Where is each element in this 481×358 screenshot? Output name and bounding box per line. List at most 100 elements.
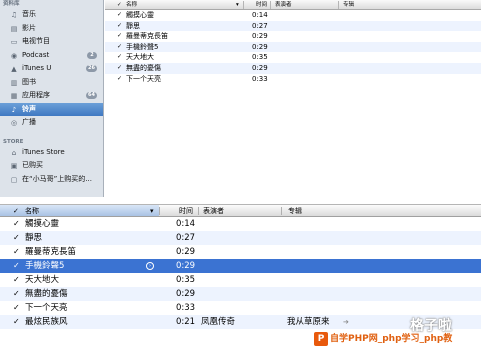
album-column-header[interactable]: 专辑 bbox=[343, 0, 354, 10]
bell-icon: ♪ bbox=[11, 105, 17, 114]
sidebar-item[interactable]: ♪ 铃声 bbox=[0, 102, 103, 116]
store-header: STORE bbox=[3, 138, 24, 145]
app-icon: ▦ bbox=[10, 92, 18, 100]
table-row[interactable]: ✓ 羅曼蒂克長笛 0:29 bbox=[105, 31, 481, 42]
sidebar-item-label: 广播 bbox=[22, 118, 36, 126]
sidebar-item[interactable]: ♫ 音乐 bbox=[0, 8, 103, 22]
library-items: ♫ 音乐 ▤ 影片 ▭ 电视节目 ◉ Podcast 2 ▲ iTunes U 26 ▥ 图书 ▦ 应用程序 6… bbox=[0, 8, 103, 130]
radio-icon: ◎ bbox=[10, 119, 18, 127]
sidebar-item[interactable]: ▤ 影片 bbox=[0, 22, 103, 36]
track-checkbox[interactable]: ✓ bbox=[13, 273, 20, 287]
track-checkbox[interactable]: ✓ bbox=[13, 315, 20, 329]
track-time: 0:14 bbox=[176, 219, 196, 229]
top-window: 资料库 ♫ 音乐 ▤ 影片 ▭ 电视节目 ◉ Podcast 2 ▲ iTunes U 26 ▥ 图书 ▦ 应… bbox=[0, 0, 481, 197]
film-icon: ▤ bbox=[10, 24, 18, 33]
top-track-list: ✓ 名称 ▾ 时间 表演者 专辑 ✓ 觸摸心靈 0:14 ✓ 靜思 0:27 ✓ 羅曼蒂克長笛… bbox=[105, 0, 481, 197]
table-row[interactable]: ✓ 觸摸心靈 0:14 bbox=[105, 10, 481, 21]
album-link-arrow-icon[interactable]: ➔ bbox=[343, 315, 349, 329]
table-row[interactable]: ✓ 無盡的憂傷 0:29 bbox=[0, 287, 481, 301]
track-checkbox[interactable]: ✓ bbox=[117, 21, 122, 32]
artist-column-header[interactable]: 表演者 bbox=[203, 205, 224, 217]
name-column-header[interactable]: 名称 bbox=[25, 205, 39, 217]
sidebar-item[interactable]: ▢ 在“小马哥”上购买的... bbox=[0, 173, 103, 187]
track-checkbox[interactable]: ✓ bbox=[117, 42, 122, 53]
track-name: 羅曼蒂克長笛 bbox=[126, 32, 168, 41]
sidebar-item[interactable]: ◎ 广播 bbox=[0, 116, 103, 130]
sidebar: 资料库 ♫ 音乐 ▤ 影片 ▭ 电视节目 ◉ Podcast 2 ▲ iTunes U 26 ▥ 图书 ▦ 应… bbox=[0, 0, 104, 197]
table-row[interactable]: ✓ 無盡的憂傷 0:29 bbox=[105, 62, 481, 74]
track-checkbox[interactable]: ✓ bbox=[13, 231, 20, 245]
track-checkbox[interactable]: ✓ bbox=[13, 217, 20, 231]
track-checkbox[interactable]: ✓ bbox=[13, 301, 20, 315]
track-checkbox[interactable]: ✓ bbox=[117, 52, 122, 63]
table-row[interactable]: ✓ 天大地大 0:35 bbox=[0, 273, 481, 287]
track-name: 羅曼蒂克長笛 bbox=[25, 247, 77, 257]
graduation-cap-icon: ▲ bbox=[11, 65, 17, 73]
track-name: 最炫民族风 bbox=[25, 317, 68, 327]
track-time: 0:27 bbox=[176, 233, 196, 243]
sidebar-item-label: 铃声 bbox=[22, 104, 36, 113]
time-column-header[interactable]: 时间 bbox=[256, 0, 267, 10]
track-checkbox[interactable]: ✓ bbox=[13, 259, 20, 273]
track-time: 0:29 bbox=[252, 32, 268, 41]
sidebar-item[interactable]: ▭ 电视节目 bbox=[0, 35, 103, 49]
check-column-header[interactable]: ✓ bbox=[117, 0, 122, 10]
table-row[interactable]: ✓ 靜思 0:27 bbox=[0, 231, 481, 245]
table-row[interactable]: ✓ 最炫民族风 0:21 凤凰传奇 我从草原来 ➔ bbox=[0, 315, 481, 329]
track-name: 靜思 bbox=[25, 233, 43, 243]
bottom-list-header: ✓ 名称 ▾ 时间 表演者 专辑 bbox=[0, 204, 481, 217]
track-time: 0:27 bbox=[252, 21, 268, 30]
sidebar-item-label: 应用程序 bbox=[22, 91, 50, 99]
sidebar-item-label: 影片 bbox=[22, 23, 36, 32]
track-name: 觸摸心靈 bbox=[25, 219, 60, 229]
track-checkbox[interactable]: ✓ bbox=[117, 74, 122, 85]
top-list-header: ✓ 名称 ▾ 时间 表演者 专辑 bbox=[105, 0, 481, 10]
library-header: 资料库 bbox=[3, 1, 20, 7]
time-column-header[interactable]: 时间 bbox=[179, 205, 193, 217]
count-badge: 64 bbox=[86, 92, 97, 99]
sidebar-item[interactable]: ▥ 图书 bbox=[0, 76, 103, 90]
top-rows: ✓ 觸摸心靈 0:14 ✓ 靜思 0:27 ✓ 羅曼蒂克長笛 0:29 ✓ 手機鈴聲5 0:29 ✓ 天大… bbox=[105, 10, 481, 84]
table-row[interactable]: ✓ 下一个天亮 0:33 bbox=[0, 301, 481, 315]
track-time: 0:14 bbox=[252, 11, 268, 19]
track-checkbox[interactable]: ✓ bbox=[13, 245, 20, 259]
table-row[interactable]: ✓ 下一个天亮 0:33 bbox=[105, 74, 481, 85]
store-link-arrow-icon[interactable]: › bbox=[146, 262, 154, 270]
sidebar-item[interactable]: ▲ iTunes U 26 bbox=[0, 62, 103, 76]
track-checkbox[interactable]: ✓ bbox=[13, 287, 20, 301]
track-name: 靜思 bbox=[126, 21, 140, 30]
music-note-icon: ♫ bbox=[10, 11, 18, 19]
track-time: 0:29 bbox=[176, 261, 196, 271]
table-row[interactable]: ✓ 羅曼蒂克長笛 0:29 bbox=[0, 245, 481, 259]
sidebar-item-label: 电视节目 bbox=[22, 37, 50, 45]
track-checkbox[interactable]: ✓ bbox=[117, 10, 122, 21]
track-name: 手機鈴聲5 bbox=[25, 261, 65, 271]
table-row[interactable]: ✓ 靜思 0:27 bbox=[105, 20, 481, 32]
count-badge: 26 bbox=[86, 65, 97, 72]
table-row[interactable]: ✓ 觸摸心靈 0:14 bbox=[0, 217, 481, 231]
sidebar-item[interactable]: ▣ 已购买 bbox=[0, 159, 103, 173]
track-name: 觸摸心靈 bbox=[126, 11, 154, 19]
track-time: 0:33 bbox=[176, 303, 196, 313]
table-row[interactable]: ✓ 手機鈴聲5 0:29 bbox=[105, 41, 481, 53]
track-checkbox[interactable]: ✓ bbox=[117, 31, 122, 42]
track-name: 天大地大 bbox=[126, 53, 154, 62]
track-name: 無盡的憂傷 bbox=[25, 289, 68, 299]
sort-arrow-icon: ▾ bbox=[150, 207, 154, 215]
track-artist: 凤凰传奇 bbox=[201, 317, 236, 327]
artist-column-header[interactable]: 表演者 bbox=[275, 0, 292, 10]
name-column-header[interactable]: 名称 bbox=[126, 0, 137, 10]
sidebar-item[interactable]: ⌂ iTunes Store bbox=[0, 146, 103, 160]
track-checkbox[interactable]: ✓ bbox=[117, 63, 122, 74]
table-row[interactable]: ✓ 天大地大 0:35 bbox=[105, 52, 481, 63]
sidebar-item[interactable]: ◉ Podcast 2 bbox=[0, 49, 103, 63]
track-time: 0:33 bbox=[252, 74, 268, 83]
track-time: 0:29 bbox=[176, 289, 196, 299]
sort-arrow-icon: ▾ bbox=[236, 2, 239, 8]
album-column-header[interactable]: 专辑 bbox=[288, 205, 302, 217]
bottom-rows: ✓ 觸摸心靈 0:14 ✓ 靜思 0:27 ✓ 羅曼蒂克長笛 0:29 ✓ 手機鈴聲5 0:29 › ✓ 天… bbox=[0, 217, 481, 329]
purchased-device-icon: ▢ bbox=[10, 175, 18, 184]
check-column-header[interactable]: ✓ bbox=[13, 205, 19, 217]
sidebar-item[interactable]: ▦ 应用程序 64 bbox=[0, 89, 103, 103]
table-row[interactable]: ✓ 手機鈴聲5 0:29 › bbox=[0, 259, 481, 273]
